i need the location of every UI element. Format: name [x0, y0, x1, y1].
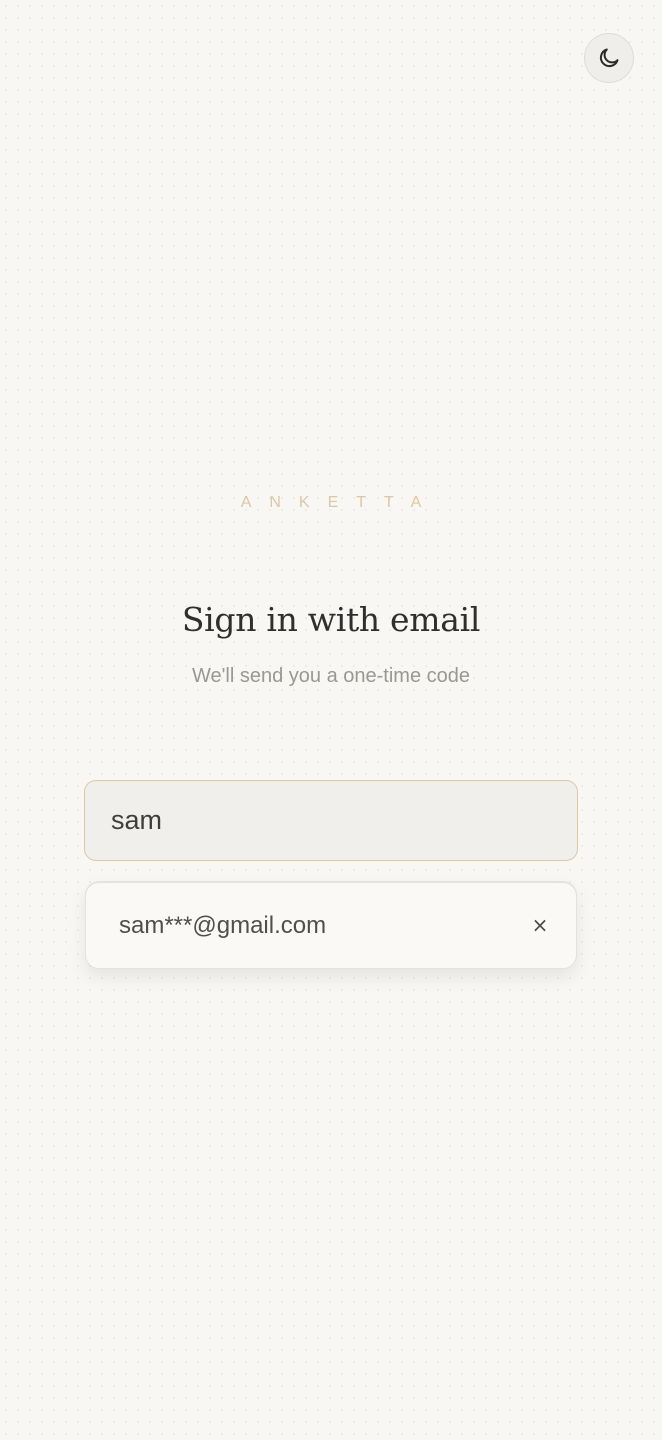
moon-icon: [597, 46, 621, 70]
theme-toggle-button[interactable]: [584, 33, 634, 83]
email-suggestions-dropdown: sam***@gmail.com ×: [85, 882, 577, 969]
email-suggestion-item[interactable]: sam***@gmail.com ×: [86, 883, 576, 968]
email-input[interactable]: [84, 780, 578, 861]
close-icon[interactable]: ×: [528, 913, 552, 937]
email-suggestion-label: sam***@gmail.com: [119, 911, 327, 939]
brand-logo-text: ANKETTA: [240, 494, 440, 511]
page-title: Sign in with email: [181, 600, 481, 639]
page-subtitle: We'll send you a one-time code: [191, 665, 471, 687]
